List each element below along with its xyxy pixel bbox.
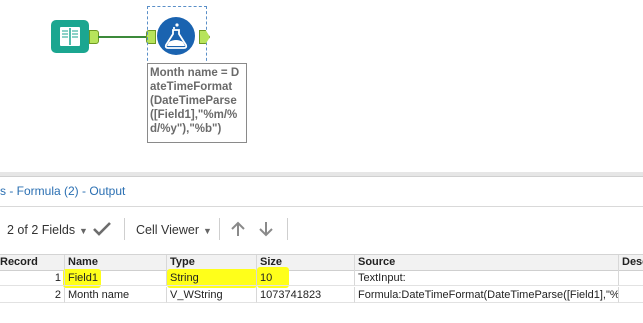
size-cell[interactable]: 1073741823 [257,287,355,303]
pane-splitter[interactable] [0,172,643,177]
check-icon[interactable] [92,221,112,237]
toolbar-separator [124,218,125,240]
arrow-down-icon[interactable] [257,220,275,238]
record-cell[interactable]: 1 [0,270,65,286]
description-cell[interactable] [619,287,643,303]
column-header-source[interactable]: Source [355,255,619,270]
type-cell[interactable]: V_WString [167,287,257,303]
column-header-type[interactable]: Type [167,255,257,270]
results-pane: s - Formula (2) - Output 2 of 2 Fields ▼… [0,172,643,323]
table-row[interactable]: 2 Month name V_WString 1073741823 Formul… [0,287,643,303]
record-cell[interactable]: 2 [0,287,65,303]
name-cell[interactable]: Field1 [65,270,167,286]
results-toolbar: 2 of 2 Fields ▼ Cell Viewer ▼ [0,208,643,252]
column-header-record[interactable]: Record [0,255,65,270]
formula-output-anchor[interactable] [199,30,210,44]
toolbar-separator [219,218,220,240]
source-cell[interactable]: TextInput: [355,270,619,286]
connection-line[interactable] [98,36,148,38]
fields-selector[interactable]: 2 of 2 Fields [7,223,75,237]
toolbar-divider [0,206,643,207]
size-cell[interactable]: 10 [257,270,355,286]
book-icon [60,27,80,46]
source-cell[interactable]: Formula:DateTimeFormat(DateTimeParse([Fi… [355,287,619,303]
description-cell[interactable] [619,270,643,286]
text-input-tool[interactable] [51,20,89,53]
name-cell[interactable]: Month name [65,287,167,303]
formula-tool[interactable] [157,17,195,55]
results-title: s - Formula (2) - Output [0,184,126,198]
arrow-up-icon[interactable] [229,220,247,238]
column-header-description[interactable]: Desc [619,255,643,270]
toolbar-separator [287,218,288,240]
chevron-down-icon[interactable]: ▼ [79,226,88,236]
column-header-name[interactable]: Name [65,255,167,270]
flask-icon [164,23,188,49]
table-row[interactable]: 1 Field1 String 10 TextInput: [0,270,643,286]
cell-viewer-button[interactable]: Cell Viewer [136,223,199,237]
formula-annotation: Month name = DateTimeFormat (DateTimePar… [147,63,247,143]
type-cell[interactable]: String [167,270,257,286]
chevron-down-icon[interactable]: ▼ [203,226,212,236]
workflow-canvas[interactable]: Month name = DateTimeFormat (DateTimePar… [0,0,643,172]
